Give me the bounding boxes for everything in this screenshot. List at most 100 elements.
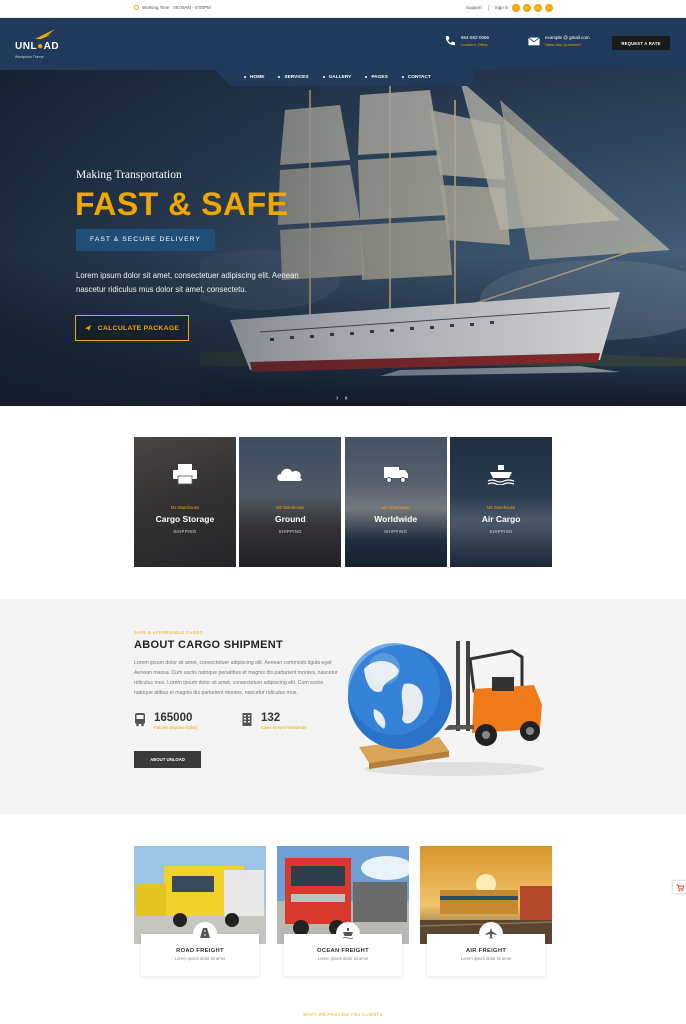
services-grid: M2 Warehouse Cargo Storage SHIPPING M2 W…	[134, 437, 552, 567]
wing-icon	[35, 29, 55, 39]
phone-icon	[445, 36, 455, 46]
next-slide-icon[interactable]: ›	[336, 395, 338, 403]
service-card-air-cargo[interactable]: M2 Warehouse Air Cargo SHIPPING	[450, 437, 552, 567]
service-card-worldwide[interactable]: M2 Warehouse Worldwide SHIPPING	[344, 437, 447, 567]
freight-info-card: AIR FREIGHT Lorem ipsum dolor sit amet	[427, 922, 545, 976]
freight-subtitle: Lorem ipsum dolor sit amet	[317, 956, 369, 961]
nav-label: PAGES	[371, 74, 388, 80]
ship-icon	[487, 465, 515, 485]
logo[interactable]: UNL●AD Wordpress Theme	[15, 28, 65, 63]
card-overlay	[450, 437, 552, 567]
about-section: SAFE & AFFORDABLE CARGO ABOUT CARGO SHIP…	[0, 599, 686, 814]
freight-cards: ROAD FREIGHT Lorem ipsum dolor sit amet …	[134, 846, 552, 980]
nav-label: HOME	[250, 74, 265, 80]
road-icon	[200, 928, 210, 938]
logo-text-left: UNL	[15, 41, 38, 52]
about-unload-button[interactable]: ABOUT UNLOAD	[134, 751, 201, 768]
icon-circle	[479, 922, 503, 946]
divider	[487, 5, 489, 11]
about-title: ABOUT CARGO SHIPMENT	[134, 639, 283, 651]
phone-subtitle: Leader's Office	[461, 42, 488, 47]
phone-number: 954-562-0066	[461, 35, 490, 40]
freight-title: ROAD FREIGHT	[176, 948, 224, 954]
linkedin-icon[interactable]: in	[534, 4, 542, 12]
freight-info-card: OCEAN FREIGHT Lorem ipsum dolor sit amet	[284, 922, 402, 976]
printer-icon	[173, 464, 197, 485]
service-card-cargo-storage[interactable]: M2 Warehouse Cargo Storage SHIPPING	[134, 437, 236, 567]
main-nav: HOME SERVICES GALLERY PAGES CONTACT	[214, 68, 474, 86]
nav-item-pages[interactable]: PAGES	[365, 74, 388, 80]
freight-card-road[interactable]: ROAD FREIGHT Lorem ipsum dolor sit amet	[134, 846, 266, 980]
service-caption: SHIPPING	[489, 529, 513, 534]
freight-title: AIR FREIGHT	[465, 948, 507, 954]
service-subtitle: M2 Warehouse	[276, 505, 305, 510]
freight-info-card: ROAD FREIGHT Lorem ipsum dolor sit amet	[141, 922, 259, 976]
bullet-icon	[401, 76, 404, 78]
hero-badge: FAST & SECURE DELIVERY	[76, 229, 215, 251]
stat-number: 132	[261, 712, 281, 724]
pause-icon[interactable]: ⏸	[344, 395, 348, 403]
bus-icon	[135, 713, 145, 727]
hero-banner: Making Transportation FAST & SAFE FAST &…	[0, 70, 686, 406]
cloud-icon	[277, 468, 303, 481]
ship-icon	[342, 928, 354, 939]
bullet-icon	[244, 76, 246, 78]
icon-circle	[193, 922, 217, 946]
bullet-icon	[365, 76, 368, 78]
service-title: Cargo Storage	[155, 514, 215, 524]
section-eyebrow: WHAT WE PROVIDE YOU CLIENTS	[303, 1012, 383, 1017]
email-contact[interactable]: example @ gmail.com Have Any Question?	[528, 35, 590, 47]
nav-item-contact[interactable]: CONTACT	[401, 74, 431, 80]
service-subtitle: M2 Warehouse	[486, 505, 516, 510]
top-bar: Working Time : 08:00AM - 9:00PM Support …	[0, 0, 686, 18]
service-title: Air Cargo	[481, 514, 521, 524]
linkedin-icon[interactable]: in	[523, 4, 531, 12]
card-overlay	[134, 437, 236, 567]
stat-cities: 132 Cities Served Worldwide	[241, 712, 307, 730]
cart-icon	[676, 884, 684, 892]
nav-label: SERVICES	[284, 74, 309, 80]
email-address: example @ gmail.com	[545, 35, 590, 40]
freight-subtitle: Lorem ipsum dolor sit amet	[460, 956, 512, 961]
stat-number: 165000	[154, 712, 193, 724]
request-rate-button[interactable]: REQUEST A RATE	[612, 36, 670, 50]
nav-label: GALLERY	[328, 74, 352, 80]
truck-icon	[383, 467, 408, 483]
hero-title: FAST & SAFE	[75, 186, 289, 222]
service-title: Ground	[274, 514, 306, 524]
nav-label: CONTACT	[407, 74, 431, 80]
about-eyebrow: SAFE & AFFORDABLE CARGO	[134, 630, 204, 635]
nav-item-gallery[interactable]: GALLERY	[322, 74, 352, 80]
support-link[interactable]: Support	[466, 5, 482, 11]
service-caption: SHIPPING	[278, 529, 302, 534]
freight-card-ocean[interactable]: OCEAN FREIGHT Lorem ipsum dolor sit amet	[277, 846, 409, 980]
social-links: f in in in	[512, 4, 553, 12]
bullet-icon	[278, 76, 281, 78]
logo-wordmark: UNL●AD	[15, 41, 59, 52]
stat-label: Parcels Shipped Safely	[154, 725, 198, 730]
freight-subtitle: Lorem ipsum dolor sit amet	[174, 956, 226, 961]
facebook-icon[interactable]: f	[512, 4, 520, 12]
sign-in-link[interactable]: Sign in	[495, 5, 509, 11]
cart-tab[interactable]	[672, 880, 686, 894]
linkedin-icon[interactable]: in	[545, 4, 553, 12]
top-links: Support Sign in	[466, 5, 509, 11]
logo-tagline: Wordpress Theme	[15, 55, 44, 59]
slider-controls: › ⏸	[336, 395, 348, 403]
hero-pretitle: Making Transportation	[76, 169, 182, 181]
freight-card-air[interactable]: AIR FREIGHT Lorem ipsum dolor sit amet	[420, 846, 552, 980]
service-title: Worldwide	[374, 514, 418, 524]
service-caption: SHIPPING	[173, 529, 197, 534]
clock-icon	[134, 5, 139, 10]
phone-contact[interactable]: 954-562-0066 Leader's Office	[444, 35, 489, 47]
bullet-icon	[322, 76, 325, 78]
calculate-package-button[interactable]: CALCULATE PACKAGE	[75, 315, 189, 341]
nav-item-home[interactable]: HOME	[244, 75, 264, 80]
freight-title: OCEAN FREIGHT	[317, 948, 369, 954]
card-overlay	[344, 437, 447, 567]
service-card-ground[interactable]: M2 Warehouse Ground SHIPPING	[239, 437, 342, 567]
about-body: Lorem ipsum dolor sit amet, consectetuer…	[134, 660, 338, 696]
icon-circle	[336, 922, 360, 946]
nav-item-services[interactable]: SERVICES	[278, 74, 309, 80]
globe-forklift-illustration	[348, 641, 544, 776]
